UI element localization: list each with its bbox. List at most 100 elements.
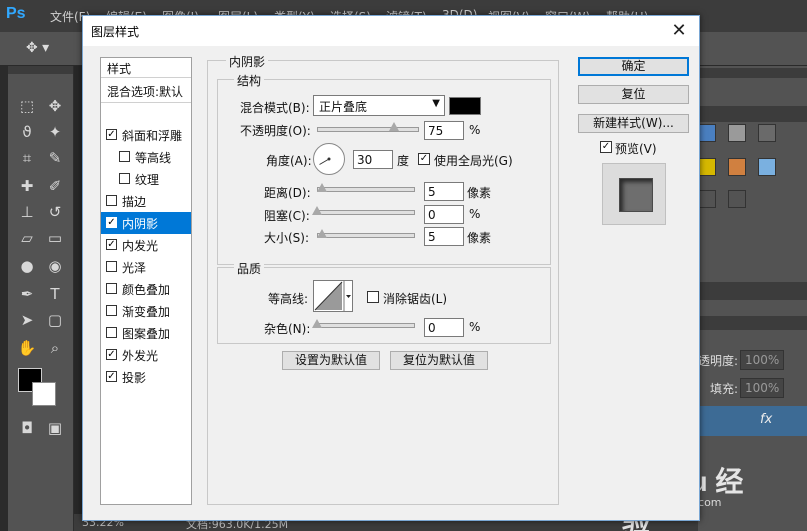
noise-slider-thumb[interactable] xyxy=(312,319,322,328)
quick-mask-icon[interactable]: ◘ xyxy=(16,418,38,438)
style-checkbox[interactable] xyxy=(106,305,117,316)
styles-header[interactable]: 样式 xyxy=(101,58,191,78)
style-swatch[interactable] xyxy=(698,124,716,142)
size-slider-thumb[interactable] xyxy=(317,229,327,238)
crop-tool-icon[interactable]: ⌗ xyxy=(16,148,38,168)
preview-checkbox[interactable]: ✓ xyxy=(600,141,612,153)
reset-default-button[interactable]: 复位为默认值 xyxy=(390,351,488,370)
choke-slider-thumb[interactable] xyxy=(312,206,322,215)
screen-mode-icon[interactable]: ▣ xyxy=(44,418,66,438)
style-item[interactable]: 描边 xyxy=(101,190,191,212)
style-item[interactable]: ✓ 投影 xyxy=(101,366,191,388)
noise-input[interactable]: 0 xyxy=(424,318,464,337)
dodge-tool-icon[interactable]: ◉ xyxy=(44,256,66,276)
style-swatch[interactable] xyxy=(698,158,716,176)
history-brush-icon[interactable]: ↺ xyxy=(44,202,66,222)
background-color-swatch[interactable] xyxy=(32,382,56,406)
style-item[interactable]: 纹理 xyxy=(101,168,191,190)
blend-mode-label: 混合模式(B): xyxy=(240,101,310,115)
style-item[interactable]: ✓ 外发光 xyxy=(101,344,191,366)
layer-opacity-field[interactable]: 100% xyxy=(740,350,784,370)
stamp-tool-icon[interactable]: ⊥ xyxy=(16,202,38,222)
style-checkbox[interactable] xyxy=(119,151,130,162)
distance-slider-thumb[interactable] xyxy=(317,183,327,192)
photoshop-logo: Ps xyxy=(6,5,26,22)
layer-row[interactable]: fx xyxy=(698,406,807,436)
style-item[interactable]: 图案叠加 xyxy=(101,322,191,344)
choke-slider[interactable] xyxy=(317,210,415,215)
style-swatch[interactable] xyxy=(728,190,746,208)
style-item[interactable]: ✓ 内发光 xyxy=(101,234,191,256)
global-light-label: 使用全局光(G) xyxy=(434,154,513,168)
pen-tool-icon[interactable]: ✒ xyxy=(16,284,38,304)
size-input[interactable]: 5 xyxy=(424,227,464,246)
angle-unit: 度 xyxy=(397,154,410,168)
new-style-button[interactable]: 新建样式(W)... xyxy=(578,114,689,133)
size-label: 大小(S): xyxy=(264,231,310,245)
style-checkbox[interactable]: ✓ xyxy=(106,217,117,228)
style-checkbox[interactable] xyxy=(106,283,117,294)
contour-picker[interactable] xyxy=(313,280,353,312)
opacity-slider-thumb[interactable] xyxy=(388,122,399,131)
close-icon[interactable]: ✕ xyxy=(667,20,691,42)
hand-tool-icon[interactable]: ✋ xyxy=(16,338,38,358)
blur-tool-icon[interactable]: ● xyxy=(16,256,38,276)
shape-tool-icon[interactable]: ▢ xyxy=(44,310,66,330)
size-slider[interactable] xyxy=(317,233,415,238)
distance-input[interactable]: 5 xyxy=(424,182,464,201)
style-swatch[interactable] xyxy=(728,124,746,142)
reset-button[interactable]: 复位 xyxy=(578,85,689,104)
type-tool-icon[interactable]: T xyxy=(44,284,66,304)
layer-style-dialog: 图层样式 ✕ 样式 混合选项:默认 ✓ 斜面和浮雕 等高线 纹理 描边 ✓ 内阴影 ✓ 内发光光… xyxy=(82,15,700,521)
gradient-tool-icon[interactable]: ▭ xyxy=(44,228,66,248)
style-swatch[interactable] xyxy=(758,124,776,142)
move-tool-icon[interactable]: ✥ xyxy=(44,96,66,116)
blend-options-label: 混合选项:默认 xyxy=(107,85,184,99)
style-item[interactable]: ✓ 斜面和浮雕 xyxy=(101,124,191,146)
blend-options-item[interactable]: 混合选项:默认 xyxy=(101,80,191,102)
global-light-checkbox[interactable]: ✓ xyxy=(418,153,430,165)
choke-input[interactable]: 0 xyxy=(424,205,464,224)
style-checkbox[interactable] xyxy=(106,327,117,338)
style-label: 投影 xyxy=(122,371,147,385)
preview-square xyxy=(619,178,653,212)
angle-dial[interactable] xyxy=(313,143,345,175)
distance-slider[interactable] xyxy=(317,187,415,192)
move-tool-preset-icon[interactable]: ✥ ▾ xyxy=(26,40,49,56)
style-checkbox[interactable] xyxy=(106,261,117,272)
magic-wand-icon[interactable]: ✦ xyxy=(44,122,66,142)
style-checkbox[interactable]: ✓ xyxy=(106,239,117,250)
eraser-tool-icon[interactable]: ▱ xyxy=(16,228,38,248)
style-item[interactable]: 渐变叠加 xyxy=(101,300,191,322)
style-swatch[interactable] xyxy=(728,158,746,176)
style-item[interactable]: ✓ 内阴影 xyxy=(101,212,191,234)
lasso-tool-icon[interactable]: ϑ xyxy=(16,122,38,142)
opacity-input[interactable]: 75 xyxy=(424,121,464,140)
angle-input[interactable]: 30 xyxy=(353,150,393,169)
style-item[interactable]: 光泽 xyxy=(101,256,191,278)
style-checkbox[interactable]: ✓ xyxy=(106,129,117,140)
eyedropper-icon[interactable]: ✎ xyxy=(44,148,66,168)
opacity-label: 不透明度(O): xyxy=(240,124,311,138)
zoom-tool-icon[interactable]: ⌕ xyxy=(44,338,66,358)
antialias-checkbox[interactable] xyxy=(367,291,379,303)
marquee-tool-icon[interactable]: ⬚ xyxy=(16,96,38,116)
noise-slider[interactable] xyxy=(317,323,415,328)
healing-brush-icon[interactable]: ✚ xyxy=(16,176,38,196)
layer-fill-field[interactable]: 100% xyxy=(740,378,784,398)
blend-mode-select[interactable]: 正片叠底 ▼ xyxy=(313,95,445,116)
opacity-slider[interactable] xyxy=(317,127,419,132)
style-checkbox[interactable] xyxy=(106,195,117,206)
path-select-icon[interactable]: ➤ xyxy=(16,310,38,330)
style-item[interactable]: 等高线 xyxy=(101,146,191,168)
brush-tool-icon[interactable]: ✐ xyxy=(44,176,66,196)
style-checkbox[interactable] xyxy=(119,173,130,184)
set-default-button[interactable]: 设置为默认值 xyxy=(282,351,380,370)
style-item[interactable]: 颜色叠加 xyxy=(101,278,191,300)
style-swatch[interactable] xyxy=(698,190,716,208)
style-swatch[interactable] xyxy=(758,158,776,176)
shadow-color-swatch[interactable] xyxy=(449,97,481,115)
style-checkbox[interactable]: ✓ xyxy=(106,349,117,360)
style-checkbox[interactable]: ✓ xyxy=(106,371,117,382)
ok-button[interactable]: 确定 xyxy=(578,57,689,76)
